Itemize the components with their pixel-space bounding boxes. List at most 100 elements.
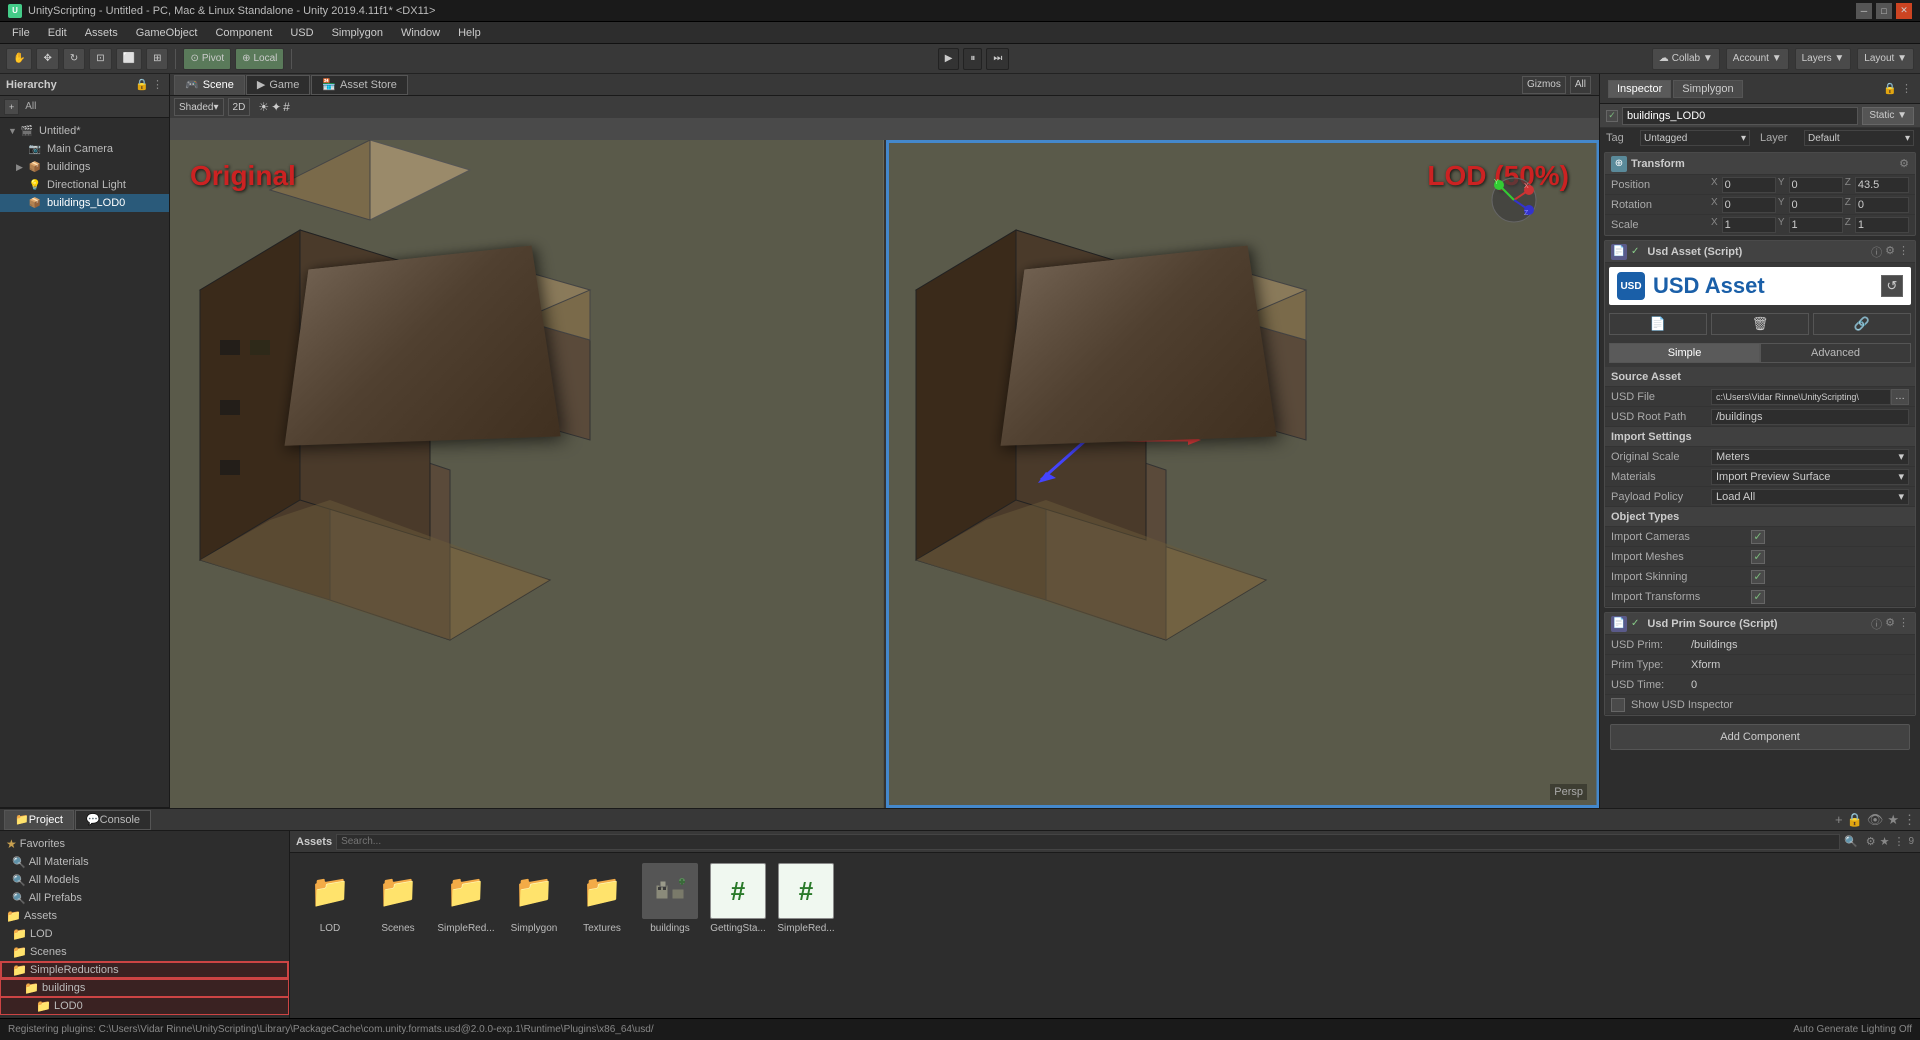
show-usd-inspector-checkbox[interactable] [1611, 698, 1625, 712]
tab-game[interactable]: ▶ Game [246, 75, 310, 95]
hierarchy-item-light[interactable]: 💡 Directional Light [0, 176, 169, 194]
window-controls[interactable]: ─ □ ✕ [1856, 3, 1912, 19]
tab-simplygon[interactable]: Simplygon [1673, 80, 1742, 98]
all-prefabs-item[interactable]: 🔍 All Prefabs [0, 889, 289, 907]
menu-simplygon[interactable]: Simplygon [324, 25, 391, 41]
transform-tool[interactable]: ⊞ [146, 48, 168, 70]
bottom-star-icon[interactable]: ★ [1887, 812, 1899, 828]
usd-delete-button[interactable]: 🗑 [1711, 313, 1809, 335]
scene-viewport[interactable]: Original [170, 118, 1599, 808]
maximize-button[interactable]: □ [1876, 3, 1892, 19]
collab-dropdown[interactable]: ☁ Collab ▼ [1652, 48, 1720, 70]
add-component-button[interactable]: Add Component [1610, 724, 1910, 750]
scale-z-input[interactable]: 1 [1855, 217, 1909, 233]
layers-dropdown[interactable]: Layers ▼ [1795, 48, 1852, 70]
tab-asset-store[interactable]: 🏪 Asset Store [311, 75, 408, 95]
position-y-input[interactable]: 0 [1789, 177, 1843, 193]
import-meshes-checkbox[interactable]: ✓ [1751, 550, 1765, 564]
tag-select[interactable]: Untagged ▾ [1640, 130, 1750, 146]
rotation-x-input[interactable]: 0 [1722, 197, 1776, 213]
move-tool[interactable]: ✥ [36, 48, 58, 70]
menu-usd[interactable]: USD [282, 25, 321, 41]
play-button[interactable]: ▶ [938, 48, 960, 70]
account-dropdown[interactable]: Account ▼ [1726, 48, 1789, 70]
import-cameras-checkbox[interactable]: ✓ [1751, 530, 1765, 544]
buildings-sub-folder[interactable]: 📁 buildings [0, 979, 289, 997]
rotation-z-input[interactable]: 0 [1855, 197, 1909, 213]
hierarchy-create-btn[interactable]: + [4, 99, 19, 115]
favorites-item[interactable]: ★ Favorites [0, 835, 289, 853]
minimize-button[interactable]: ─ [1856, 3, 1872, 19]
rect-tool[interactable]: ⬜ [116, 48, 142, 70]
transform-component-header[interactable]: ⊕ Transform ⚙ [1605, 153, 1915, 175]
asset-simplereductions[interactable]: 📁 SimpleRed... [436, 863, 496, 935]
object-name-input[interactable] [1622, 107, 1858, 125]
static-dropdown[interactable]: Static ▼ [1862, 107, 1914, 125]
rotation-y-input[interactable]: 0 [1789, 197, 1843, 213]
menu-help[interactable]: Help [450, 25, 489, 41]
asset-lod[interactable]: 📁 LOD [300, 863, 360, 935]
bottom-lock-icon[interactable]: 🔒 [1847, 812, 1863, 828]
usd-asset-header[interactable]: 📄 ✓ Usd Asset (Script) ⓘ ⚙ ⋮ [1605, 241, 1915, 263]
bottom-add-icon[interactable]: + [1835, 812, 1843, 828]
menu-file[interactable]: File [4, 25, 38, 41]
asset-simplygon[interactable]: 📁 Simplygon [504, 863, 564, 935]
hierarchy-item-buildings[interactable]: ▶ 📦 buildings [0, 158, 169, 176]
prim-settings-icon[interactable]: ⚙ [1885, 616, 1895, 632]
import-transforms-checkbox[interactable]: ✓ [1751, 590, 1765, 604]
all-models-item[interactable]: 🔍 All Models [0, 871, 289, 889]
materials-dropdown[interactable]: Import Preview Surface ▾ [1711, 469, 1909, 485]
tab-console[interactable]: 💬 Console [75, 810, 151, 830]
simplygon-folder[interactable]: 📁 Simplygon [0, 1015, 289, 1018]
bottom-menu-icon[interactable]: ⋮ [1903, 812, 1916, 828]
transform-settings-icon[interactable]: ⚙ [1899, 157, 1909, 170]
usd-open-button[interactable]: 📄 [1609, 313, 1707, 335]
lod0-sub-folder[interactable]: 📁 LOD0 [0, 997, 289, 1015]
hierarchy-item-maincamera[interactable]: 📷 Main Camera [0, 140, 169, 158]
tab-scene[interactable]: 🎮 Scene [174, 75, 245, 95]
payload-policy-dropdown[interactable]: Load All ▾ [1711, 489, 1909, 505]
2d-button[interactable]: 2D [228, 98, 251, 116]
scale-x-input[interactable]: 1 [1722, 217, 1776, 233]
usd-prim-header[interactable]: 📄 ✓ Usd Prim Source (Script) ⓘ ⚙ ⋮ [1605, 613, 1915, 635]
asset-filter-icon[interactable]: ⚙ [1866, 835, 1876, 848]
gizmos-button[interactable]: Gizmos [1522, 76, 1566, 94]
inspector-menu-icon[interactable]: ⋮ [1901, 82, 1912, 95]
all-materials-item[interactable]: 🔍 All Materials [0, 853, 289, 871]
position-z-input[interactable]: 43.5 [1855, 177, 1909, 193]
hierarchy-item-buildings-lod0[interactable]: 📦 buildings_LOD0 [0, 194, 169, 212]
usd-link-button[interactable]: 🔗 [1813, 313, 1911, 335]
scale-y-input[interactable]: 1 [1789, 217, 1843, 233]
asset-buildings[interactable]: buildings [640, 863, 700, 935]
scale-tool[interactable]: ⊡ [89, 48, 111, 70]
menu-window[interactable]: Window [393, 25, 448, 41]
layer-select[interactable]: Default ▾ [1804, 130, 1914, 146]
pivot-button[interactable]: ⊙ Pivot [183, 48, 231, 70]
prim-menu-icon[interactable]: ⋮ [1898, 616, 1909, 632]
grid-icon[interactable]: # [283, 100, 290, 114]
usd-refresh-button[interactable]: ↺ [1881, 275, 1903, 297]
asset-scenes[interactable]: 📁 Scenes [368, 863, 428, 935]
advanced-tab[interactable]: Advanced [1760, 343, 1911, 363]
usd-file-value[interactable]: c:\Users\Vidar Rinne\UnityScripting\ [1711, 389, 1891, 405]
orientation-gizmo[interactable]: X Z Y [1489, 175, 1539, 225]
assets-root-item[interactable]: 📁 Assets [0, 907, 289, 925]
import-skinning-checkbox[interactable]: ✓ [1751, 570, 1765, 584]
hierarchy-menu-icon[interactable]: ⋮ [152, 78, 163, 91]
usd-root-path-value[interactable]: /buildings [1711, 409, 1909, 425]
hierarchy-lock-icon[interactable]: 🔒 [135, 78, 149, 91]
rotate-tool[interactable]: ↻ [63, 48, 85, 70]
usd-file-browse-button[interactable]: … [1891, 389, 1909, 405]
object-active-checkbox[interactable]: ✓ [1606, 110, 1618, 122]
asset-star-icon[interactable]: ★ [1880, 835, 1890, 848]
asset-more-icon[interactable]: ⋮ [1893, 835, 1904, 848]
menu-edit[interactable]: Edit [40, 25, 75, 41]
step-button[interactable]: ⏭ [986, 48, 1009, 70]
asset-search-input[interactable] [336, 834, 1840, 850]
hand-tool[interactable]: ✋ [6, 48, 32, 70]
prim-info-icon[interactable]: ⓘ [1871, 616, 1882, 632]
layout-dropdown[interactable]: Layout ▼ [1857, 48, 1914, 70]
search-icon-asset[interactable]: 🔍 [1844, 835, 1858, 848]
menu-gameobject[interactable]: GameObject [128, 25, 206, 41]
position-x-input[interactable]: 0 [1722, 177, 1776, 193]
